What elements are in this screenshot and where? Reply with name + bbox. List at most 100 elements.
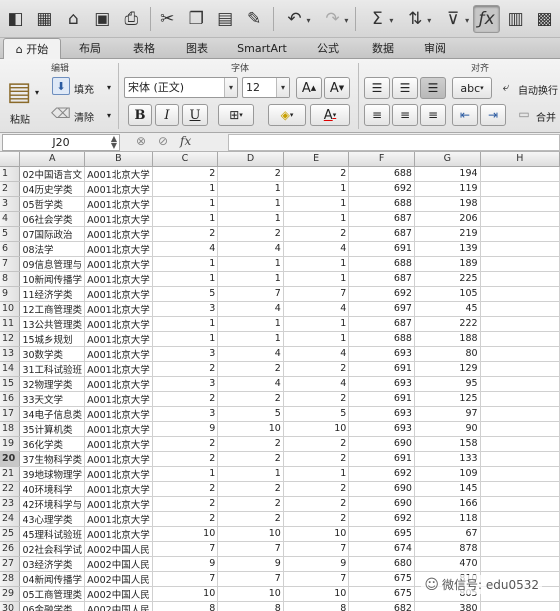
cell-f[interactable]: 690	[348, 496, 415, 512]
formula-builder-icon[interactable]: ƒx	[473, 4, 501, 33]
cell-e[interactable]: 1	[283, 196, 350, 212]
cell-g[interactable]: 80	[414, 346, 481, 362]
print-icon[interactable]: ⎙	[118, 5, 145, 33]
align-top-icon[interactable]: ☰	[364, 77, 390, 99]
merge-label[interactable]: 合并	[536, 109, 556, 124]
cell-g[interactable]: 470	[414, 556, 481, 572]
cell-c[interactable]: 10	[152, 586, 219, 602]
cell-c[interactable]: 3	[152, 301, 219, 317]
cell-d[interactable]: 1	[217, 466, 284, 482]
cell-b[interactable]: A001北京大学	[84, 421, 153, 437]
cell-e[interactable]: 1	[283, 316, 350, 332]
cell-c[interactable]: 1	[152, 256, 219, 272]
font-name-combo[interactable]: 宋体 (正文) ▾	[124, 77, 238, 98]
cell-f[interactable]: 691	[348, 241, 415, 257]
row-header[interactable]: 25	[0, 526, 21, 542]
cell-c[interactable]: 1	[152, 196, 219, 212]
cell-a[interactable]: 12工商管理类	[19, 301, 86, 317]
cell-h[interactable]	[480, 271, 560, 287]
cell-b[interactable]: A001北京大学	[84, 181, 153, 197]
cell-f[interactable]: 688	[348, 196, 415, 212]
cell-g[interactable]: 198	[414, 196, 481, 212]
cell-c[interactable]: 1	[152, 181, 219, 197]
cell-a[interactable]: 07国际政治	[19, 226, 86, 242]
row-header[interactable]: 26	[0, 541, 21, 557]
cell-b[interactable]: A001北京大学	[84, 316, 153, 332]
cell-a[interactable]: 39地球物理学	[19, 466, 86, 482]
cell-h[interactable]	[480, 196, 560, 212]
cell-h[interactable]	[480, 421, 560, 437]
cell-d[interactable]: 2	[217, 511, 284, 527]
cell-b[interactable]: A001北京大学	[84, 301, 153, 317]
cell-a[interactable]: 08法学	[19, 241, 86, 257]
cell-f[interactable]: 691	[348, 361, 415, 377]
row-header[interactable]: 9	[0, 286, 21, 302]
font-color-icon[interactable]: A ▾	[310, 104, 350, 126]
cell-g[interactable]: 118	[414, 511, 481, 527]
cell-h[interactable]	[480, 181, 560, 197]
cell-e[interactable]: 4	[283, 346, 350, 362]
cell-h[interactable]	[480, 481, 560, 497]
decrease-font-icon[interactable]: A ▼	[324, 77, 350, 99]
cell-d[interactable]: 4	[217, 301, 284, 317]
media-browser-icon[interactable]: ▩	[531, 5, 558, 33]
cell-h[interactable]	[480, 526, 560, 542]
cell-g[interactable]: 90	[414, 421, 481, 437]
cell-d[interactable]: 4	[217, 346, 284, 362]
cell-b[interactable]: A001北京大学	[84, 376, 153, 392]
gallery-icon[interactable]: ▦	[31, 5, 58, 33]
cell-h[interactable]	[480, 331, 560, 347]
cell-e[interactable]: 2	[283, 511, 350, 527]
cell-b[interactable]: A002中国人民	[84, 586, 153, 602]
cell-c[interactable]: 2	[152, 436, 219, 452]
increase-font-icon[interactable]: A ▲	[296, 77, 322, 99]
cell-f[interactable]: 697	[348, 301, 415, 317]
font-size-combo[interactable]: 12 ▾	[242, 77, 290, 98]
undo-icon[interactable]: ↶	[277, 5, 313, 33]
cell-d[interactable]: 2	[217, 166, 284, 182]
merge-icon[interactable]: ▭	[516, 106, 532, 122]
cell-g[interactable]: 105	[414, 286, 481, 302]
cell-a[interactable]: 10新闻传播学	[19, 271, 86, 287]
cell-h[interactable]	[480, 241, 560, 257]
cell-a[interactable]: 02中国语言文	[19, 166, 86, 182]
row-header[interactable]: 24	[0, 511, 21, 527]
save-icon[interactable]: ▣	[89, 5, 116, 33]
cell-b[interactable]: A001北京大学	[84, 496, 153, 512]
cell-e[interactable]: 1	[283, 181, 350, 197]
cell-b[interactable]: A002中国人民	[84, 571, 153, 587]
copy-icon[interactable]: ❐	[183, 5, 210, 33]
italic-button[interactable]: I	[155, 104, 179, 126]
cell-c[interactable]: 5	[152, 286, 219, 302]
tab-tables[interactable]: 表格	[119, 38, 169, 59]
cell-d[interactable]: 1	[217, 316, 284, 332]
row-header[interactable]: 7	[0, 256, 21, 272]
format-painter-icon[interactable]: ✎	[241, 5, 268, 33]
cell-c[interactable]: 2	[152, 451, 219, 467]
tab-formulas[interactable]: 公式	[299, 38, 357, 59]
cell-d[interactable]: 2	[217, 496, 284, 512]
cell-f[interactable]: 680	[348, 556, 415, 572]
cell-e[interactable]: 10	[283, 421, 350, 437]
align-left-icon[interactable]: ≡	[364, 104, 390, 126]
cell-f[interactable]: 691	[348, 451, 415, 467]
cell-h[interactable]	[480, 436, 560, 452]
align-middle-icon[interactable]: ☰	[392, 77, 418, 99]
filter-icon[interactable]: ⊽	[435, 5, 471, 33]
cell-d[interactable]: 2	[217, 481, 284, 497]
cell-f[interactable]: 674	[348, 541, 415, 557]
fill-dropdown-icon[interactable]: ▾	[104, 81, 114, 93]
cell-a[interactable]: 05哲学类	[19, 196, 86, 212]
cell-d[interactable]: 1	[217, 196, 284, 212]
cell-d[interactable]: 10	[217, 586, 284, 602]
paste-dropdown-icon[interactable]: ▾	[32, 85, 42, 99]
cell-d[interactable]: 4	[217, 241, 284, 257]
cell-c[interactable]: 1	[152, 316, 219, 332]
column-header-d[interactable]: D	[217, 152, 284, 167]
cell-a[interactable]: 34电子信息类	[19, 406, 86, 422]
row-header[interactable]: 14	[0, 361, 21, 377]
cell-e[interactable]: 10	[283, 526, 350, 542]
cell-h[interactable]	[480, 211, 560, 227]
fill-color-icon[interactable]: ◈ ▾	[268, 104, 306, 126]
cell-h[interactable]	[480, 316, 560, 332]
